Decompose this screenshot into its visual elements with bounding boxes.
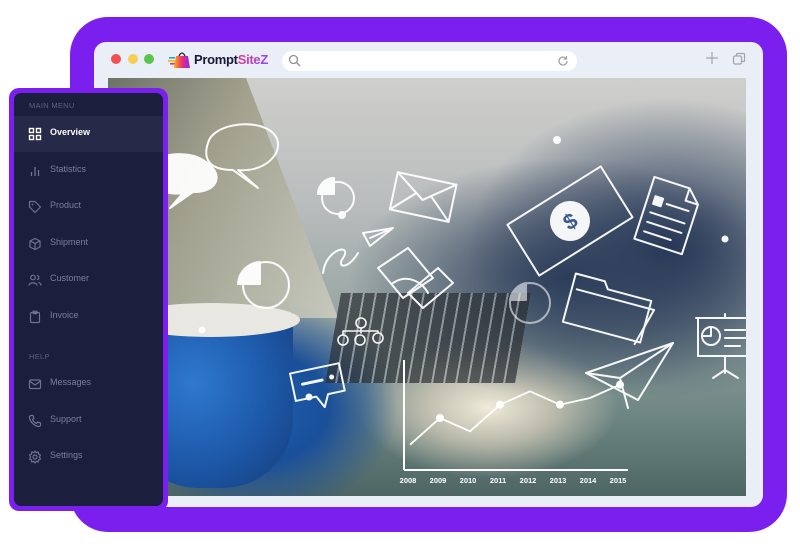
logo-text-accent: SiteZ	[237, 51, 269, 67]
folder-icon	[561, 272, 656, 346]
minimize-window-button[interactable]	[128, 54, 138, 64]
phone-icon	[28, 414, 42, 428]
bar-chart-icon	[28, 164, 42, 178]
chart-x-labels: 2008 2009 2010 2011 2012 2013 2014 2015	[400, 476, 627, 485]
mail-icon	[28, 377, 42, 391]
sidebar: MAIN MENU Overview Statistics Product Sh…	[9, 88, 168, 511]
sidebar-item-label: Customer	[50, 273, 90, 283]
handshake-icon	[377, 247, 454, 309]
pie-chart-icon	[317, 177, 355, 215]
chart-x-label: 2013	[550, 476, 567, 485]
chart-x-label: 2010	[460, 476, 477, 485]
reload-icon[interactable]	[557, 54, 569, 72]
box-icon	[28, 237, 42, 251]
logo-text-main: Prompt	[194, 51, 238, 67]
brand-logo[interactable]: PromptSiteZ	[168, 49, 268, 69]
sidebar-item-label: Shipment	[50, 237, 89, 247]
sidebar-item-label: Product	[50, 200, 82, 210]
sidebar-item-support[interactable]: Support	[14, 403, 163, 439]
browser-titlebar: PromptSiteZ	[94, 42, 763, 76]
sidebar-item-label: Settings	[50, 450, 83, 460]
dollar-bill-icon: $	[506, 165, 634, 277]
sidebar-item-shipment[interactable]: Shipment	[14, 226, 163, 262]
business-icons-overlay: $ 2008 2009 2010 2011 2012 2013 2014 201…	[108, 123, 746, 485]
chart-x-label: 2014	[580, 476, 598, 485]
pie-chart-left-icon	[237, 261, 290, 309]
section-label-help: HELP	[29, 352, 50, 361]
sidebar-item-invoice[interactable]: Invoice	[14, 299, 163, 335]
sidebar-item-overview[interactable]: Overview	[14, 116, 163, 152]
chart-x-label: 2015	[610, 476, 627, 485]
sidebar-item-statistics[interactable]: Statistics	[14, 153, 163, 189]
growth-chart-overlay: 2008 2009 2010 2011 2012 2013 2014 2015	[400, 360, 628, 485]
pie-chart-faint-icon	[509, 282, 551, 324]
plus-icon	[706, 52, 718, 64]
maximize-window-button[interactable]	[144, 54, 154, 64]
sidebar-item-product[interactable]: Product	[14, 189, 163, 225]
tabs-overview-button[interactable]	[732, 52, 746, 66]
presentation-board-icon	[695, 313, 746, 379]
close-window-button[interactable]	[111, 54, 121, 64]
sidebar-item-label: Messages	[50, 377, 92, 387]
shopping-bag-icon	[168, 49, 192, 69]
grid-icon	[28, 127, 42, 141]
users-icon	[28, 273, 42, 287]
decorative-dots	[198, 136, 729, 401]
address-input[interactable]	[306, 51, 546, 71]
chart-x-label: 2008	[400, 476, 417, 485]
network-icon	[337, 317, 384, 346]
sidebar-item-label: Overview	[50, 127, 91, 137]
tabs-overview-icon	[732, 52, 746, 65]
paper-plane-large-icon	[585, 342, 674, 409]
sidebar-item-settings[interactable]: Settings	[14, 439, 163, 475]
paper-plane-icon	[322, 227, 394, 274]
section-label-main-menu: MAIN MENU	[29, 101, 75, 110]
sidebar-item-label: Statistics	[50, 164, 87, 174]
chat-icon	[289, 362, 346, 409]
clipboard-icon	[28, 310, 42, 324]
sidebar-item-customer[interactable]: Customer	[14, 262, 163, 298]
address-bar[interactable]	[282, 51, 577, 71]
tag-icon	[28, 200, 42, 214]
sidebar-item-label: Support	[50, 414, 82, 424]
new-tab-button[interactable]	[705, 51, 719, 65]
search-icon	[288, 54, 301, 72]
chart-point	[436, 414, 444, 422]
chart-x-label: 2009	[430, 476, 447, 485]
chart-point	[556, 400, 564, 409]
document-icon	[633, 175, 699, 256]
envelope-icon	[388, 171, 458, 223]
chart-line-series	[409, 380, 624, 446]
hero-image: $ 2008 2009 2010 2011 2012 2013 2014 201…	[108, 78, 746, 496]
sidebar-item-messages[interactable]: Messages	[14, 366, 163, 402]
sidebar-panel: MAIN MENU Overview Statistics Product Sh…	[14, 93, 163, 506]
sidebar-item-label: Invoice	[50, 310, 79, 320]
chart-x-label: 2012	[520, 476, 537, 485]
chart-x-label: 2011	[490, 476, 506, 485]
browser-window: PromptSiteZ $ 2008 2009 2010 2011 2012 2…	[94, 42, 763, 507]
gear-icon	[28, 450, 42, 464]
logo-text: PromptSiteZ	[194, 52, 268, 67]
chart-point	[496, 400, 504, 409]
chart-point	[616, 380, 624, 389]
